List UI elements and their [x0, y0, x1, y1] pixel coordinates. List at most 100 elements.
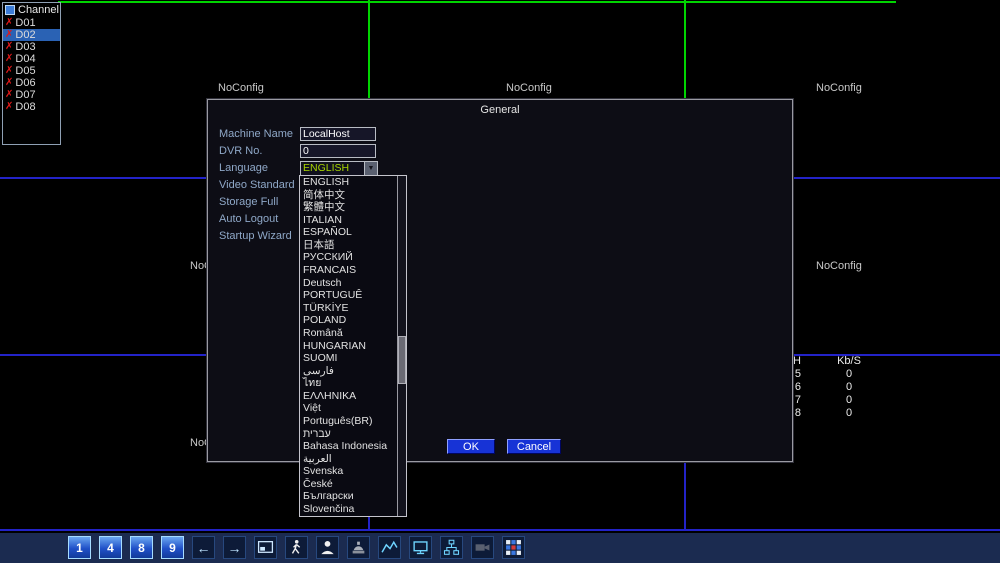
language-option[interactable]: 繁體中文	[300, 201, 397, 214]
language-option[interactable]: České	[300, 478, 397, 491]
bitrate-value: 0	[845, 407, 853, 419]
ptz-dome-icon	[350, 539, 367, 556]
channel-panel-header: Channel	[3, 3, 60, 17]
machine-name-input[interactable]	[300, 127, 376, 141]
bitrate-value: 0	[845, 394, 853, 406]
dialog-title: General	[480, 104, 520, 116]
language-option[interactable]: HUNGARIAN	[300, 340, 397, 353]
language-option[interactable]: فارسی	[300, 365, 397, 378]
channel-item-d01[interactable]: ✗ D01	[3, 17, 60, 29]
language-select-value: ENGLISH	[303, 162, 350, 174]
language-option[interactable]: Việt	[300, 402, 397, 415]
language-option[interactable]: Български	[300, 490, 397, 503]
record-button[interactable]	[471, 536, 494, 559]
language-option[interactable]: PORTUGUÊ	[300, 289, 397, 302]
language-option[interactable]: Svenska	[300, 465, 397, 478]
display-button[interactable]	[409, 536, 432, 559]
scrollbar-thumb[interactable]	[398, 336, 406, 384]
channel-item-label: D07	[15, 89, 36, 101]
language-option[interactable]: Română	[300, 327, 397, 340]
ok-button[interactable]: OK	[447, 439, 495, 454]
video-standard-label: Video Standard	[219, 179, 295, 191]
channel-offline-icon: ✗	[5, 101, 14, 112]
next-page-button[interactable]: →	[223, 536, 246, 559]
language-option[interactable]: SUOMI	[300, 352, 397, 365]
language-option[interactable]: 简体中文	[300, 189, 397, 202]
dvr-no-label: DVR No.	[219, 145, 263, 157]
channel-panel: Channel ✗ D01 ✗ D02 ✗ D03 ✗ D04 ✗ D05 ✗ D06 ✗ D07 ✗ D08	[2, 2, 61, 145]
channel-list: ✗ D01 ✗ D02 ✗ D03 ✗ D04 ✗ D05 ✗ D06 ✗ D07 ✗ D08	[3, 17, 60, 113]
language-option[interactable]: Português(BR)	[300, 415, 397, 428]
network-button[interactable]	[440, 536, 463, 559]
channel-item-label: D02	[15, 29, 36, 41]
startup-wizard-label: Startup Wizard	[219, 230, 292, 242]
channel-offline-icon: ✗	[5, 41, 14, 52]
language-option[interactable]: TÜRKİYE	[300, 302, 397, 315]
channel-item-d04[interactable]: ✗ D04	[3, 53, 60, 65]
language-option[interactable]: POLAND	[300, 314, 397, 327]
bottom-toolbar: 1 4 8 9 ← →	[0, 533, 1000, 563]
language-option[interactable]: Slovenčina	[300, 503, 397, 516]
monitor-box-icon	[257, 539, 274, 556]
language-option[interactable]: עברית	[300, 428, 397, 441]
language-option[interactable]: 日本語	[300, 239, 397, 252]
auto-logout-label: Auto Logout	[219, 213, 279, 225]
channel-item-label: D03	[15, 41, 36, 53]
language-option[interactable]: Bahasa Indonesia	[300, 440, 397, 453]
prev-page-button[interactable]: ←	[192, 536, 215, 559]
channel-item-label: D04	[15, 53, 36, 65]
monitor-icon	[412, 539, 429, 556]
language-option[interactable]: РУССКИЙ	[300, 251, 397, 264]
single-screen-button[interactable]	[254, 536, 277, 559]
channel-status-button[interactable]	[502, 536, 525, 559]
channel-item-label: D06	[15, 77, 36, 89]
language-select[interactable]: ENGLISH ▼	[300, 161, 378, 176]
view-4-button[interactable]: 4	[99, 536, 122, 559]
dvr-no-input[interactable]	[300, 144, 376, 158]
view-1-button[interactable]: 1	[68, 536, 91, 559]
noconfig-label: NoConfig	[816, 82, 862, 94]
channel-item-d06[interactable]: ✗ D06	[3, 77, 60, 89]
channel-item-d07[interactable]: ✗ D07	[3, 89, 60, 101]
person-bust-icon	[319, 539, 336, 556]
channel-panel-title: Channel	[18, 4, 59, 16]
cancel-button[interactable]: Cancel	[507, 439, 561, 454]
dropdown-scrollbar[interactable]	[397, 176, 406, 516]
tour-button[interactable]	[285, 536, 308, 559]
channel-item-label: D08	[15, 101, 36, 113]
startup-wizard-field: Startup Wizard	[208, 229, 792, 243]
language-option[interactable]: العربية	[300, 453, 397, 466]
channel-offline-icon: ✗	[5, 17, 14, 28]
channel-item-d03[interactable]: ✗ D03	[3, 41, 60, 53]
language-option[interactable]: ESPAÑOL	[300, 226, 397, 239]
language-options: ENGLISH 简体中文 繁體中文 ITALIAN ESPAÑOL 日本語 РУССКИЙ F…	[300, 176, 397, 516]
arrow-right-icon: →	[227, 539, 242, 556]
language-label: Language	[219, 162, 268, 174]
noconfig-label: NoConfig	[218, 82, 264, 94]
language-option[interactable]: ITALIAN	[300, 214, 397, 227]
language-option[interactable]: FRANCAIS	[300, 264, 397, 277]
view-8-button[interactable]: 8	[130, 536, 153, 559]
chevron-down-icon[interactable]: ▼	[364, 162, 377, 175]
bitrate-button[interactable]	[378, 536, 401, 559]
view-9-button[interactable]: 9	[161, 536, 184, 559]
person-walking-icon	[288, 539, 305, 556]
dvr-no-field: DVR No.	[208, 144, 792, 158]
channel-item-d05[interactable]: ✗ D05	[3, 65, 60, 77]
channel-offline-icon: ✗	[5, 89, 14, 100]
channel-offline-icon: ✗	[5, 77, 14, 88]
ptz-button[interactable]	[347, 536, 370, 559]
user-button[interactable]	[316, 536, 339, 559]
language-option[interactable]: ΕΛΛΗΝΙΚΑ	[300, 390, 397, 403]
channel-item-d08[interactable]: ✗ D08	[3, 101, 60, 113]
channel-panel-icon	[5, 5, 15, 15]
machine-name-field: Machine Name	[208, 127, 792, 141]
kbs-column-header: Kb/S	[837, 355, 861, 367]
language-option[interactable]: Deutsch	[300, 277, 397, 290]
auto-logout-field: Auto Logout	[208, 212, 792, 226]
language-option[interactable]: ไทย	[300, 377, 397, 390]
language-option[interactable]: ENGLISH	[300, 176, 397, 189]
channel-item-d02[interactable]: ✗ D02	[3, 29, 60, 41]
channel-offline-icon: ✗	[5, 65, 14, 76]
storage-full-field: Storage Full	[208, 195, 792, 209]
